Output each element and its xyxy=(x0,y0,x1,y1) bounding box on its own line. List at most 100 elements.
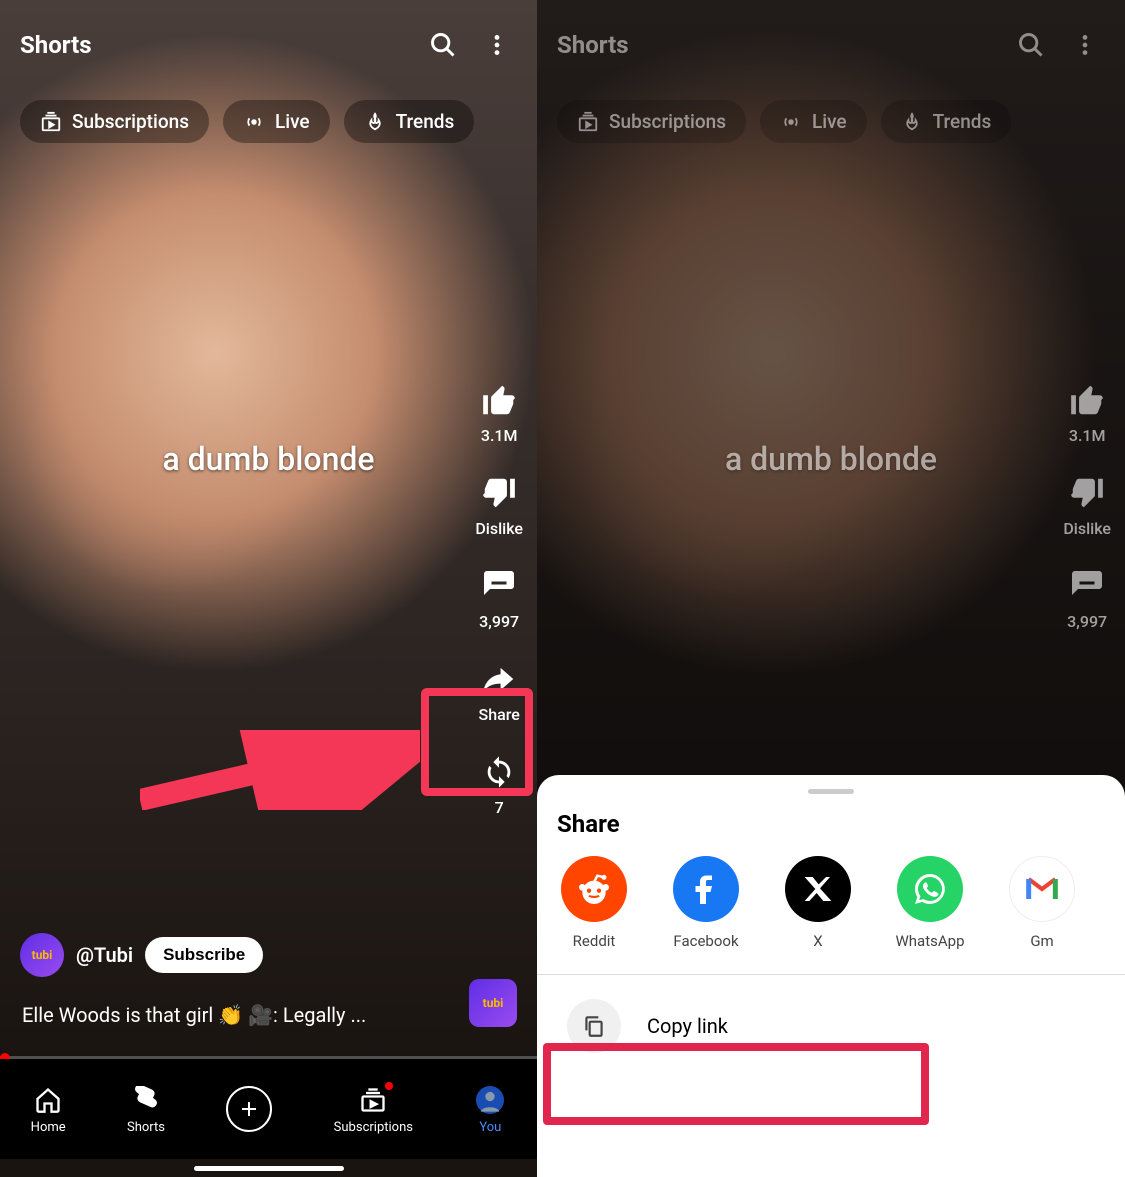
shorts-icon xyxy=(130,1084,162,1116)
top-bar: Shorts xyxy=(537,0,1125,90)
page-title: Shorts xyxy=(557,31,997,59)
chip-live[interactable]: Live xyxy=(760,100,867,143)
copy-link-row[interactable]: Copy link xyxy=(537,975,1125,1077)
action-rail: 3.1M Dislike 3,997 xyxy=(1063,380,1111,631)
chip-subscriptions[interactable]: Subscriptions xyxy=(20,100,209,143)
home-icon xyxy=(32,1084,64,1116)
search-button[interactable] xyxy=(1011,25,1051,65)
chip-label: Trends xyxy=(396,110,455,133)
live-icon xyxy=(780,111,802,133)
filter-chips: Subscriptions Live Trends xyxy=(0,100,537,143)
nav-subscriptions[interactable]: Subscriptions xyxy=(334,1084,413,1135)
subscriptions-nav-icon xyxy=(357,1084,389,1116)
nav-create[interactable] xyxy=(226,1086,272,1132)
dislike-label: Dislike xyxy=(1063,519,1111,538)
chip-label: Subscriptions xyxy=(609,110,726,133)
share-icon xyxy=(479,659,519,699)
video-frame xyxy=(0,0,537,1177)
sound-badge[interactable]: tubi xyxy=(469,979,517,1027)
video-description[interactable]: Elle Woods is that girl 👏 🎥: Legally ... xyxy=(22,1003,447,1027)
home-indicator[interactable] xyxy=(194,1166,344,1171)
share-whatsapp[interactable]: WhatsApp xyxy=(893,856,967,950)
video-caption: a dumb blonde xyxy=(725,440,937,478)
comment-count: 3,997 xyxy=(1067,612,1107,631)
chip-label: Subscriptions xyxy=(72,110,189,133)
whatsapp-icon xyxy=(897,856,963,922)
sheet-drag-handle[interactable] xyxy=(808,789,854,794)
like-count: 3.1M xyxy=(481,426,518,445)
top-bar: Shorts xyxy=(0,0,537,90)
app-label: Gm xyxy=(1030,932,1053,950)
app-label: Facebook xyxy=(673,932,738,950)
thumbs-down-icon xyxy=(1067,473,1107,513)
sound-text: tubi xyxy=(483,996,504,1010)
more-button[interactable] xyxy=(477,25,517,65)
fire-icon xyxy=(901,111,923,133)
filter-chips: Subscriptions Live Trends xyxy=(537,100,1125,143)
remix-button[interactable]: 7 xyxy=(479,752,519,817)
comments-button[interactable]: 3,997 xyxy=(1067,566,1107,631)
more-button[interactable] xyxy=(1065,25,1105,65)
comment-count: 3,997 xyxy=(479,612,519,631)
comment-icon xyxy=(1067,566,1107,606)
share-facebook[interactable]: Facebook xyxy=(669,856,743,950)
share-gmail[interactable]: Gm xyxy=(1005,856,1079,950)
copy-link-label: Copy link xyxy=(647,1014,728,1038)
share-x[interactable]: X xyxy=(781,856,855,950)
remix-count: 7 xyxy=(495,798,504,817)
screen-left: Shorts Subscriptions Live Trends a d xyxy=(0,0,537,1177)
dislike-button[interactable]: Dislike xyxy=(1063,473,1111,538)
channel-row: tubi @Tubi Subscribe xyxy=(20,933,263,977)
plus-icon xyxy=(226,1086,272,1132)
live-icon xyxy=(243,111,265,133)
search-icon xyxy=(1017,31,1045,59)
comments-button[interactable]: 3,997 xyxy=(479,566,519,631)
video-caption: a dumb blonde xyxy=(162,440,374,478)
channel-avatar[interactable]: tubi xyxy=(20,933,64,977)
remix-icon xyxy=(479,752,519,792)
gmail-icon xyxy=(1009,856,1075,922)
page-title: Shorts xyxy=(20,31,409,59)
app-label: Reddit xyxy=(573,932,616,950)
channel-handle[interactable]: @Tubi xyxy=(76,943,133,967)
notification-dot xyxy=(385,1082,393,1090)
comment-icon xyxy=(479,566,519,606)
nav-label: Subscriptions xyxy=(334,1120,413,1135)
nav-home[interactable]: Home xyxy=(31,1084,66,1135)
reddit-icon xyxy=(561,856,627,922)
like-count: 3.1M xyxy=(1069,426,1106,445)
search-button[interactable] xyxy=(423,25,463,65)
search-icon xyxy=(429,31,457,59)
thumbs-up-icon xyxy=(1067,380,1107,420)
app-label: X xyxy=(813,932,822,950)
share-reddit[interactable]: Reddit xyxy=(557,856,631,950)
more-vert-icon xyxy=(1072,32,1098,58)
chip-subscriptions[interactable]: Subscriptions xyxy=(557,100,746,143)
avatar-text: tubi xyxy=(32,948,53,962)
more-vert-icon xyxy=(484,32,510,58)
chip-trends[interactable]: Trends xyxy=(344,100,475,143)
like-button[interactable]: 3.1M xyxy=(479,380,519,445)
dislike-button[interactable]: Dislike xyxy=(475,473,523,538)
thumbs-down-icon xyxy=(479,473,519,513)
nav-you[interactable]: You xyxy=(474,1084,506,1135)
app-label: WhatsApp xyxy=(895,932,964,950)
subscriptions-icon xyxy=(577,111,599,133)
chip-label: Trends xyxy=(933,110,992,133)
copy-icon xyxy=(567,999,621,1053)
chip-live[interactable]: Live xyxy=(223,100,330,143)
subscribe-button[interactable]: Subscribe xyxy=(145,937,263,973)
chip-trends[interactable]: Trends xyxy=(881,100,1012,143)
x-icon xyxy=(785,856,851,922)
bottom-nav: Home Shorts Subscriptions You xyxy=(0,1059,537,1159)
sheet-title: Share xyxy=(537,810,1125,856)
fire-icon xyxy=(364,111,386,133)
subscriptions-icon xyxy=(40,111,62,133)
like-button[interactable]: 3.1M xyxy=(1067,380,1107,445)
share-apps-row[interactable]: Reddit Facebook X WhatsApp xyxy=(537,856,1125,974)
nav-label: Home xyxy=(31,1120,66,1135)
share-button[interactable]: Share xyxy=(479,659,520,724)
nav-shorts[interactable]: Shorts xyxy=(127,1084,165,1135)
screen-right: Shorts Subscriptions Live Trends a d xyxy=(537,0,1125,1177)
action-rail: 3.1M Dislike 3,997 Share 7 xyxy=(475,380,523,817)
